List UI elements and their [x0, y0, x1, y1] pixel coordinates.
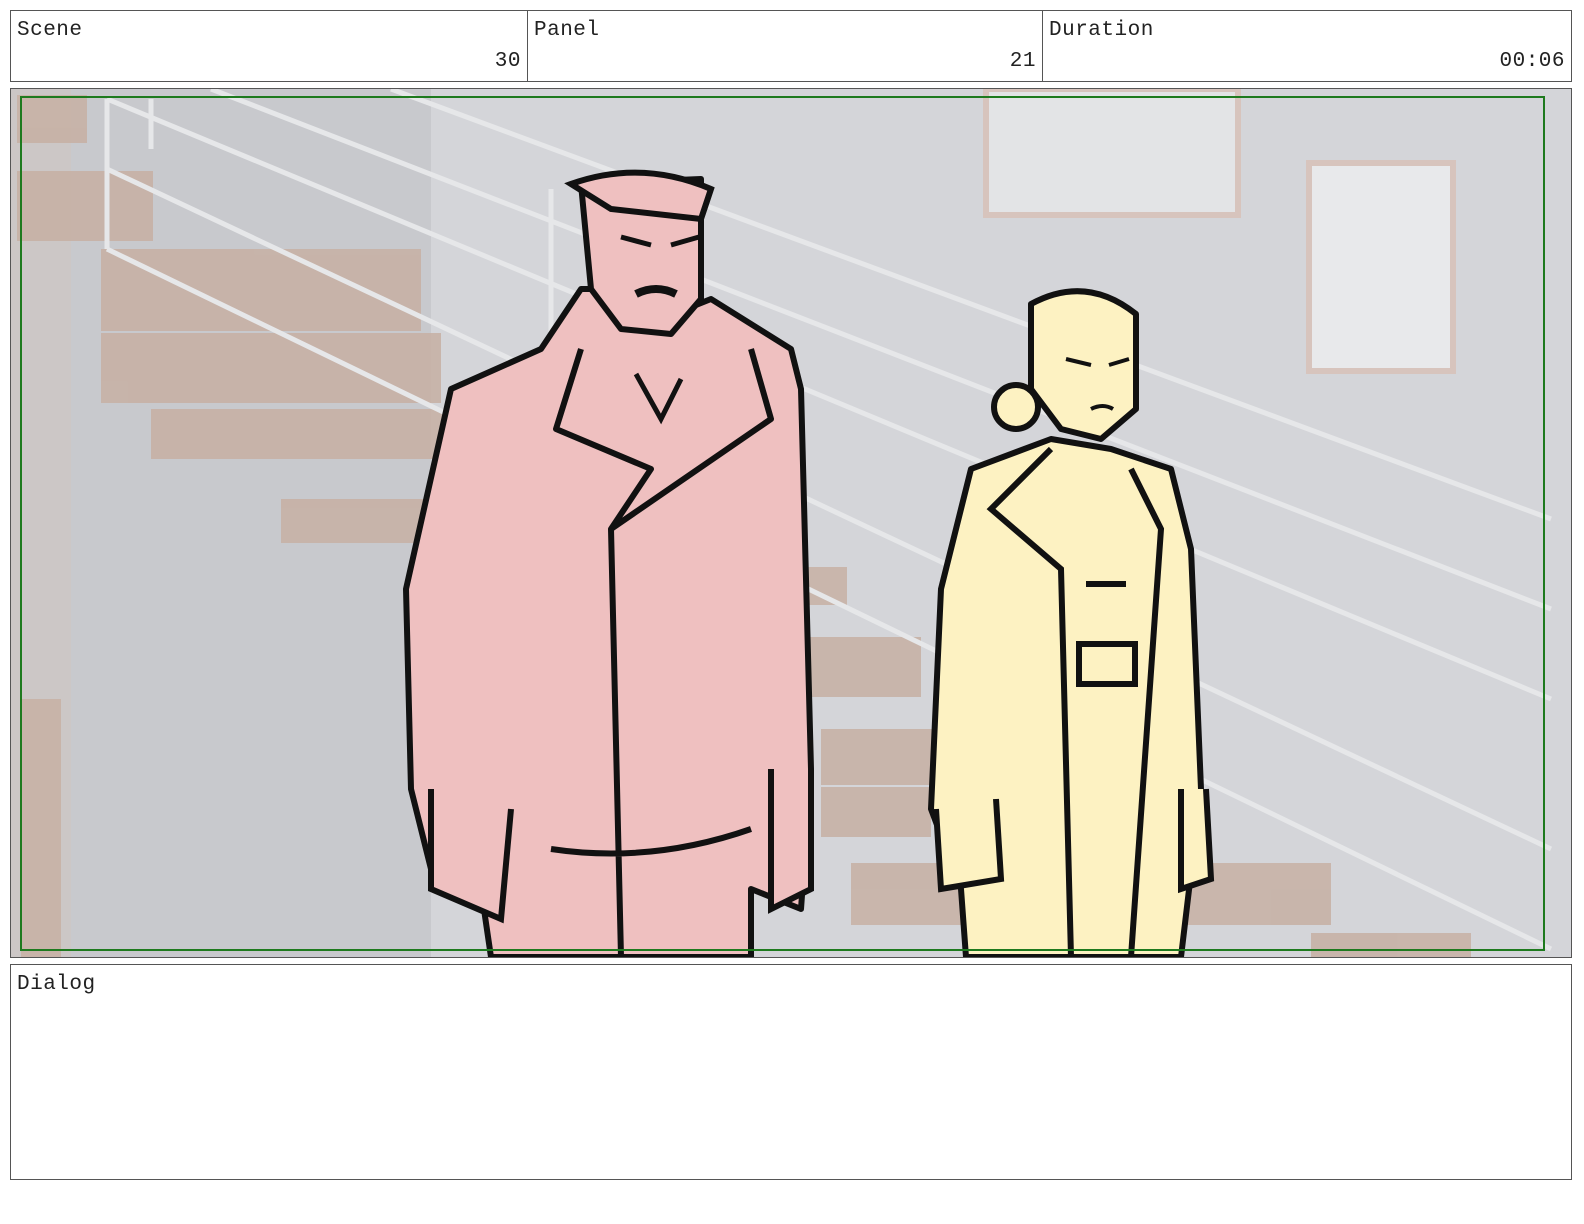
- duration-value[interactable]: 00:06: [1499, 50, 1565, 73]
- storyboard-frame[interactable]: [10, 88, 1572, 958]
- duration-label: Duration: [1049, 19, 1154, 42]
- dialog-label: Dialog: [17, 973, 96, 996]
- panel-header: Scene 30 Panel 21 Duration 00:06: [10, 10, 1572, 82]
- duration-cell: Duration 00:06: [1042, 11, 1571, 81]
- dialog-box[interactable]: Dialog: [10, 964, 1572, 1180]
- storyboard-drawing: [11, 89, 1571, 957]
- panel-cell: Panel 21: [527, 11, 1042, 81]
- panel-value[interactable]: 21: [1010, 50, 1036, 73]
- scene-cell: Scene 30: [11, 11, 527, 81]
- scene-label: Scene: [17, 19, 83, 42]
- panel-label: Panel: [534, 19, 600, 42]
- scene-value[interactable]: 30: [495, 50, 521, 73]
